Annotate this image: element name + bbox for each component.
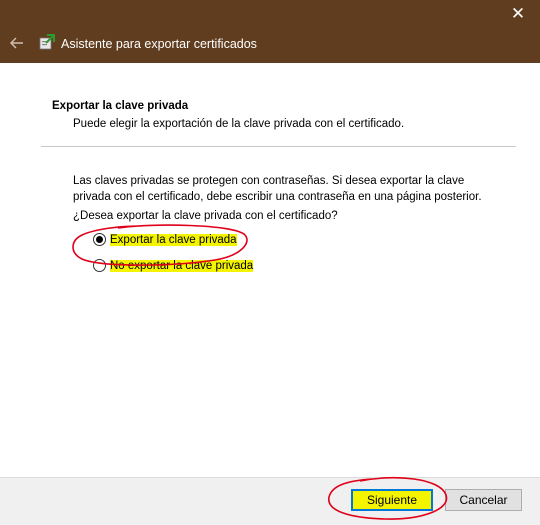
section-title: Exportar la clave privada (52, 100, 189, 112)
radio-no-export-private-key[interactable]: No exportar la clave privada (93, 259, 254, 272)
radio-export-private-key[interactable]: Exportar la clave privada (93, 233, 237, 246)
export-question: ¿Desea exportar la clave privada con el … (73, 210, 338, 222)
radio-button-checked[interactable] (93, 233, 106, 246)
radio-label-export: Exportar la clave privada (110, 233, 237, 246)
divider (41, 146, 516, 147)
next-button[interactable]: Siguiente (351, 489, 433, 511)
description-text: Las claves privadas se protegen con cont… (73, 175, 482, 203)
close-button[interactable]: ✕ (504, 3, 532, 25)
back-arrow-icon (10, 37, 23, 49)
close-icon: ✕ (510, 4, 526, 23)
wizard-footer: Siguiente Cancelar (0, 477, 540, 525)
radio-button-unchecked[interactable] (93, 259, 106, 272)
wizard-content: Exportar la clave privada Puede elegir l… (0, 63, 540, 477)
radio-label-no-export: No exportar la clave privada (110, 259, 254, 272)
cancel-button[interactable]: Cancelar (445, 489, 522, 511)
certificate-wizard-icon (39, 34, 55, 50)
title-bar: ✕ Asistente para exportar certificados (0, 0, 540, 63)
section-subtitle: Puede elegir la exportación de la clave … (73, 118, 405, 130)
back-button[interactable] (8, 34, 26, 52)
window-title: Asistente para exportar certificados (61, 37, 257, 51)
